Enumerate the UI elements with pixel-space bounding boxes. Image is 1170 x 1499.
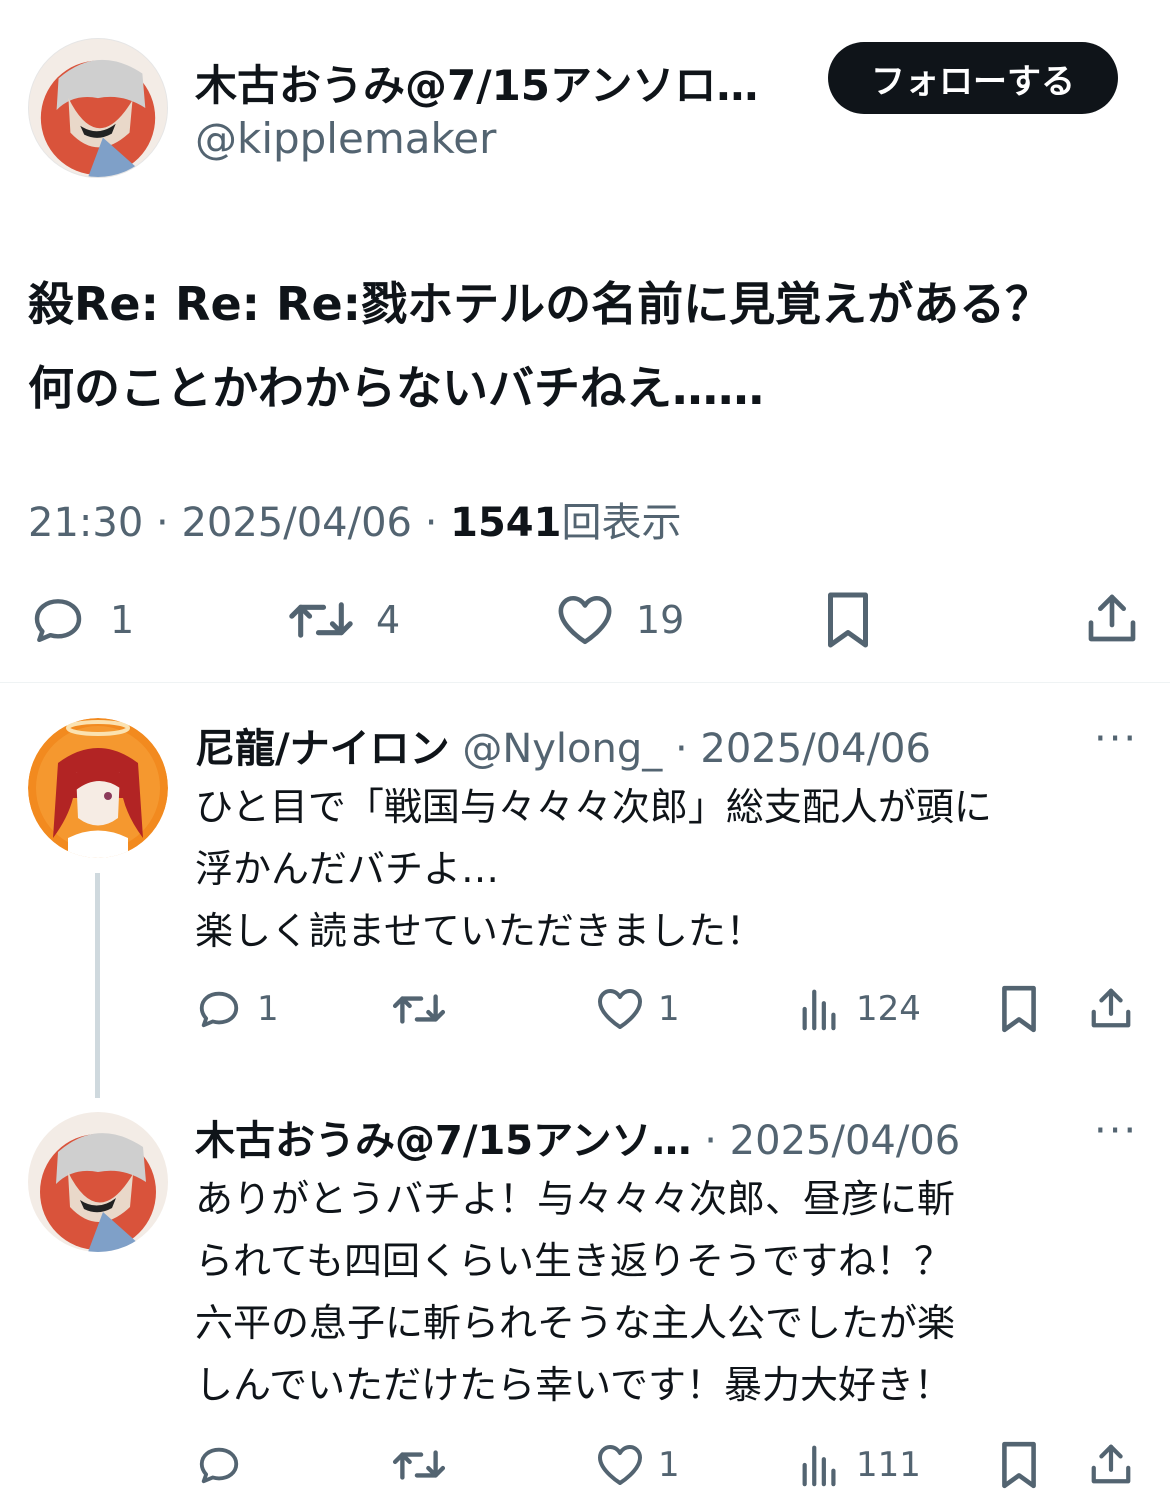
like-button[interactable]: 1 (596, 986, 680, 1032)
author-avatar[interactable] (28, 38, 168, 178)
avatar-illustration (28, 718, 168, 858)
retweet-button[interactable]: 4 (288, 592, 400, 648)
reply-text-line: 浮かんだバチよ… (195, 847, 500, 891)
reply-display-name[interactable]: 尼龍/ナイロン (195, 726, 450, 772)
reply-avatar[interactable] (28, 718, 168, 858)
retweet-icon (392, 986, 446, 1032)
reply-count: 1 (257, 989, 279, 1029)
follow-button[interactable]: フォローする (828, 42, 1118, 114)
views-button[interactable]: 111 (798, 1442, 921, 1488)
more-options-icon[interactable]: ··· (1094, 1108, 1138, 1154)
like-button[interactable]: 1 (596, 1442, 680, 1488)
reply-text-line: しんでいただけたら幸いです！暴力大好き！ (195, 1363, 952, 1407)
bookmark-icon (998, 984, 1040, 1034)
views-button[interactable]: 124 (798, 986, 921, 1032)
retweet-button[interactable] (392, 1442, 446, 1488)
share-icon (1088, 1440, 1134, 1488)
reply-text-line: ひと目で「戦国与々々々次郎」総支配人が頭に (195, 785, 992, 829)
reply-text-line: ありがとうバチよ！与々々々次郎、昼彦に斬 (195, 1177, 956, 1221)
avatar-illustration (28, 1112, 168, 1252)
reply-date[interactable]: 2025/04/06 (730, 1118, 961, 1164)
divider (0, 682, 1170, 683)
meta-separator: · (424, 500, 438, 546)
heart-icon (596, 1442, 644, 1488)
reply-text: ありがとうバチよ！与々々々次郎、昼彦に斬 られても四回くらい生き返りそうですね！… (195, 1168, 1145, 1416)
bookmark-button[interactable] (998, 1440, 1040, 1490)
reply-text-line: 楽しく読ませていただきました！ (195, 909, 764, 953)
thread-line (95, 873, 100, 1098)
views-label: 回表示 (561, 500, 682, 546)
meta-separator: · (704, 1118, 717, 1164)
like-count: 1 (658, 1445, 680, 1485)
reply-icon (195, 986, 243, 1032)
reply-text-line: 六平の息子に斬られそうな主人公でしたが楽 (195, 1301, 956, 1345)
more-options-icon[interactable]: ··· (1094, 716, 1138, 762)
meta-separator: · (156, 500, 169, 546)
reply-header: 木古おうみ@7/15アンソ… · 2025/04/06 (195, 1108, 960, 1166)
share-button[interactable] (1088, 984, 1134, 1032)
reply-icon (28, 592, 88, 648)
reply-handle[interactable]: @Nylong_ (462, 726, 662, 772)
bookmark-icon (822, 590, 874, 650)
meta-separator: · (674, 726, 688, 772)
views-count: 111 (856, 1445, 921, 1485)
heart-icon (556, 592, 614, 648)
tweet-text-line: 何のことかわからないバチねえ…… (28, 361, 764, 415)
share-icon (1084, 590, 1140, 646)
author-display-name[interactable]: 木古おうみ@7/15アンソロ… (195, 52, 805, 113)
reply-display-name[interactable]: 木古おうみ@7/15アンソ… (195, 1118, 692, 1164)
heart-icon (596, 986, 644, 1032)
retweet-count: 4 (376, 598, 401, 642)
reply-text-line: られても四回くらい生き返りそうですね！？ (195, 1239, 952, 1283)
views-count: 1541 (450, 500, 562, 546)
tweet-date[interactable]: 2025/04/06 (181, 500, 412, 546)
views-chart-icon (798, 1442, 842, 1488)
like-count: 1 (658, 989, 680, 1029)
like-button[interactable]: 19 (556, 592, 684, 648)
reply-header: 尼龍/ナイロン @Nylong_ · 2025/04/06 (195, 716, 931, 774)
retweet-icon (288, 592, 354, 648)
author-handle[interactable]: @kipplemaker (195, 114, 496, 163)
views-count: 124 (856, 989, 921, 1029)
reply-count: 1 (110, 598, 135, 642)
retweet-button[interactable] (392, 986, 446, 1032)
views-chart-icon (798, 986, 842, 1032)
bookmark-icon (998, 1440, 1040, 1490)
reply-avatar[interactable] (28, 1112, 168, 1252)
like-count: 19 (636, 598, 685, 642)
bookmark-button[interactable] (998, 984, 1040, 1034)
share-icon (1088, 984, 1134, 1032)
retweet-icon (392, 1442, 446, 1488)
bookmark-button[interactable] (822, 590, 874, 650)
reply-button[interactable]: 1 (28, 592, 134, 648)
reply-date[interactable]: 2025/04/06 (700, 726, 931, 772)
reply-button[interactable] (195, 1442, 243, 1488)
avatar-illustration (29, 39, 167, 177)
share-button[interactable] (1084, 590, 1140, 646)
reply-text: ひと目で「戦国与々々々次郎」総支配人が頭に 浮かんだバチよ… 楽しく読ませていた… (195, 776, 1145, 962)
tweet-meta: 21:30 · 2025/04/06 · 1541回表示 (28, 490, 681, 548)
tweet-text-line: 殺Re: Re: Re:戮ホテルの名前に見覚えがある？ (28, 277, 1052, 331)
reply-icon (195, 1442, 243, 1488)
share-button[interactable] (1088, 1440, 1134, 1488)
tweet-time[interactable]: 21:30 (28, 500, 143, 546)
tweet-text: 殺Re: Re: Re:戮ホテルの名前に見覚えがある？ 何のことかわからないバチ… (28, 262, 1148, 430)
reply-button[interactable]: 1 (195, 986, 279, 1032)
